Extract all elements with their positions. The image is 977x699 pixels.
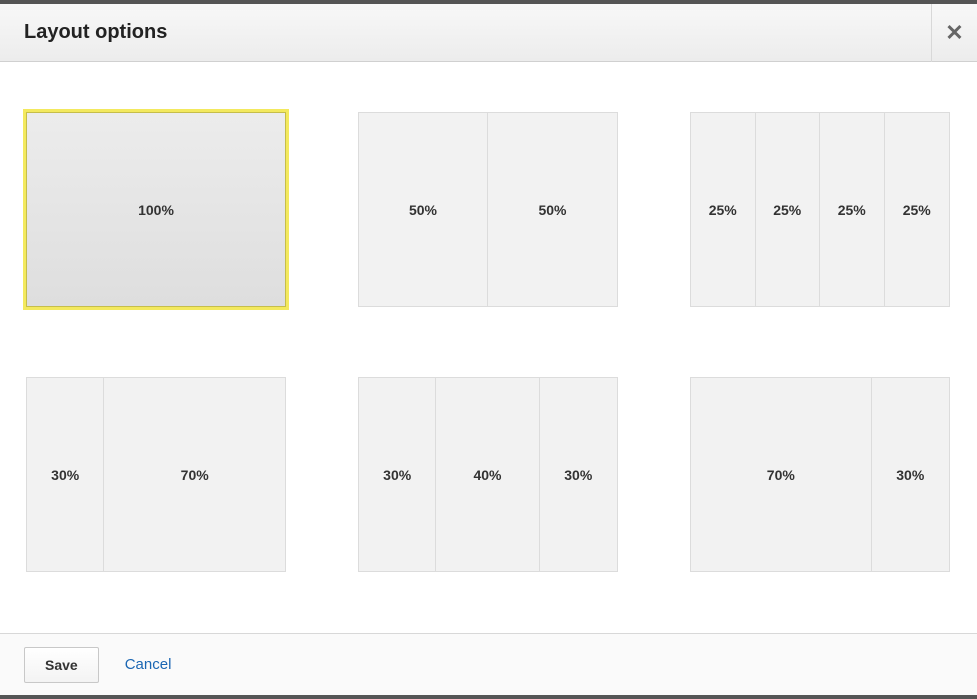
col-label: 25% — [773, 202, 801, 218]
layout-option-5-col-0: 70% — [691, 378, 872, 571]
col-label: 70% — [181, 467, 209, 483]
col-label: 40% — [473, 467, 501, 483]
col-label: 50% — [409, 202, 437, 218]
layout-option-2-col-2: 25% — [820, 113, 885, 306]
layout-option-4-col-0: 30% — [359, 378, 436, 571]
layout-option-1[interactable]: 50% 50% — [358, 112, 618, 307]
close-icon: ✕ — [945, 20, 963, 46]
save-button[interactable]: Save — [24, 647, 99, 683]
layout-option-4-col-2: 30% — [540, 378, 617, 571]
layout-option-0[interactable]: 100% — [26, 112, 286, 307]
layout-option-2-col-0: 25% — [691, 113, 756, 306]
col-label: 100% — [138, 202, 174, 218]
col-label: 30% — [564, 467, 592, 483]
col-label: 25% — [709, 202, 737, 218]
col-label: 70% — [767, 467, 795, 483]
layout-options-dialog: Layout options ✕ 100% 50% 50% 25% 25% 25% 25% 3… — [0, 0, 977, 699]
layout-option-0-col-0: 100% — [27, 113, 285, 306]
dialog-title: Layout options — [24, 21, 931, 44]
layout-option-3[interactable]: 30% 70% — [26, 377, 286, 572]
dialog-body: 100%50%50%25%25%25%25%30%70%30%40%30%70%… — [0, 62, 977, 633]
layout-option-4[interactable]: 30% 40% 30% — [358, 377, 618, 572]
layout-option-4-col-1: 40% — [436, 378, 539, 571]
close-button[interactable]: ✕ — [931, 4, 977, 62]
col-label: 25% — [838, 202, 866, 218]
layout-option-5[interactable]: 70% 30% — [690, 377, 950, 572]
layout-option-5-col-1: 30% — [872, 378, 949, 571]
cancel-link[interactable]: Cancel — [125, 656, 172, 673]
col-label: 50% — [538, 202, 566, 218]
layout-option-3-col-0: 30% — [27, 378, 104, 571]
layout-options-grid: 100%50%50%25%25%25%25%30%70%30%40%30%70%… — [26, 112, 951, 572]
dialog-header: Layout options ✕ — [0, 4, 977, 62]
col-label: 30% — [383, 467, 411, 483]
col-label: 30% — [896, 467, 924, 483]
col-label: 30% — [51, 467, 79, 483]
layout-option-2-col-1: 25% — [756, 113, 821, 306]
col-label: 25% — [903, 202, 931, 218]
dialog-footer: Save Cancel — [0, 633, 977, 695]
layout-option-1-col-0: 50% — [359, 113, 488, 306]
layout-option-3-col-1: 70% — [104, 378, 285, 571]
layout-option-2[interactable]: 25% 25% 25% 25% — [690, 112, 950, 307]
layout-option-1-col-1: 50% — [488, 113, 617, 306]
layout-option-2-col-3: 25% — [885, 113, 950, 306]
